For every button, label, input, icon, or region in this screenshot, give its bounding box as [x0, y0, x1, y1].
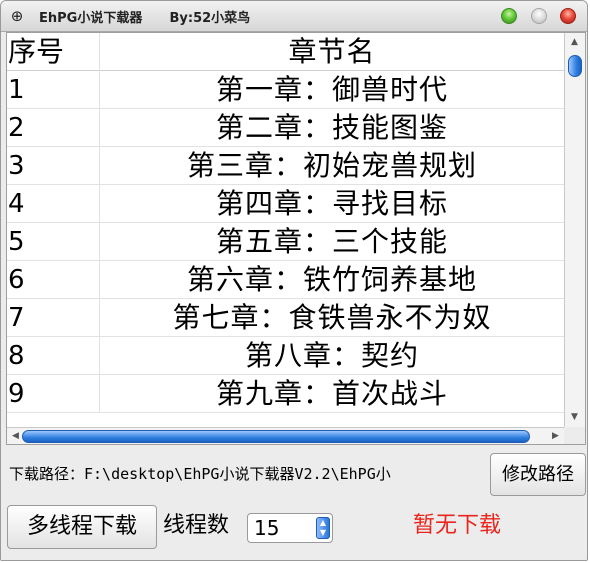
thread-count-value: 15: [254, 516, 280, 540]
change-path-button[interactable]: 修改路径: [490, 453, 586, 496]
horizontal-scroll-thumb[interactable]: [22, 430, 530, 443]
zoom-button-icon[interactable]: [501, 8, 517, 24]
chapter-number-cell: 5: [7, 223, 100, 261]
multi-thread-download-button[interactable]: 多线程下载: [7, 505, 157, 549]
chapter-table-grid: 序号 章节名 1 第一章：御兽时代 2 第二章：技能图鉴 3 第三章：初始宠兽规划 4 第四章…: [7, 33, 564, 427]
chapter-number-cell: 9: [7, 375, 100, 413]
scroll-left-icon[interactable]: ◀: [9, 429, 22, 443]
chapter-number-cell: 6: [7, 261, 100, 299]
table-row[interactable]: 9 第九章：首次战斗: [7, 375, 564, 413]
title-bar[interactable]: ⊕ EhPG小说下载器 By:52小菜鸟: [1, 1, 587, 32]
table-row[interactable]: 6 第六章：铁竹饲养基地: [7, 261, 564, 299]
scroll-corner: [564, 427, 585, 444]
vertical-scrollbar[interactable]: ▲ ▼: [564, 33, 585, 427]
chapter-name-cell: 第九章：首次战斗: [215, 377, 448, 410]
minimize-button-icon[interactable]: [531, 8, 547, 24]
table-row[interactable]: 7 第七章：食铁兽永不为奴: [7, 299, 564, 337]
thread-count-select[interactable]: 15 ▲ ▼: [247, 513, 333, 543]
chapter-name-cell: 第二章：技能图鉴: [215, 111, 448, 144]
chapter-table: 序号 章节名 1 第一章：御兽时代 2 第二章：技能图鉴 3 第三章：初始宠兽规划 4 第四章…: [6, 32, 586, 445]
chapter-number-cell: 4: [7, 185, 100, 223]
vertical-scroll-thumb[interactable]: [568, 55, 582, 77]
table-header-row: 序号 章节名: [7, 33, 564, 71]
table-row[interactable]: 1 第一章：御兽时代: [7, 71, 564, 109]
chapter-number-cell: 8: [7, 337, 100, 375]
table-row[interactable]: 4 第四章：寻找目标: [7, 185, 564, 223]
column-header-number[interactable]: 序号: [7, 33, 100, 71]
chapter-name-cell: 第六章：铁竹饲养基地: [186, 263, 477, 296]
chapter-name-cell: 第五章：三个技能: [215, 225, 448, 258]
download-status: 暂无下载: [413, 513, 502, 538]
chapter-number-cell: 1: [7, 71, 100, 109]
chapter-number-cell: 7: [7, 299, 100, 337]
chapter-name-cell: 第四章：寻找目标: [215, 187, 448, 220]
scroll-down-icon[interactable]: ▼: [567, 411, 582, 424]
app-window: ⊕ EhPG小说下载器 By:52小菜鸟 序号 章节名 1 第一章：御兽时代 2 第二…: [0, 0, 588, 561]
chapter-name-cell: 第一章：御兽时代: [215, 73, 448, 106]
thread-count-label: 线程数: [163, 513, 230, 538]
chapter-name-cell: 第七章：食铁兽永不为奴: [172, 301, 492, 334]
window-title: EhPG小说下载器 By:52小菜鸟: [39, 11, 251, 26]
chapter-name-cell: 第八章：契约: [244, 339, 419, 372]
horizontal-scrollbar[interactable]: ◀ ▶: [7, 427, 564, 444]
table-row[interactable]: 2 第二章：技能图鉴: [7, 109, 564, 147]
scroll-right-icon[interactable]: ▶: [549, 429, 562, 443]
table-row[interactable]: 8 第八章：契约: [7, 337, 564, 375]
download-path-label: 下载路径：F:\desktop\EhPG小说下载器V2.2\EhPG小: [9, 465, 391, 483]
close-button-icon[interactable]: [560, 8, 576, 24]
app-icon: ⊕: [10, 7, 24, 25]
table-row[interactable]: 5 第五章：三个技能: [7, 223, 564, 261]
chapter-number-cell: 2: [7, 109, 100, 147]
select-arrows-icon[interactable]: ▲ ▼: [316, 517, 330, 539]
column-header-chapter-name[interactable]: 章节名: [100, 33, 564, 71]
chapter-name-cell: 第三章：初始宠兽规划: [186, 149, 477, 182]
table-row[interactable]: 3 第三章：初始宠兽规划: [7, 147, 564, 185]
chapter-number-cell: 3: [7, 147, 100, 185]
scroll-up-icon[interactable]: ▲: [567, 36, 582, 49]
